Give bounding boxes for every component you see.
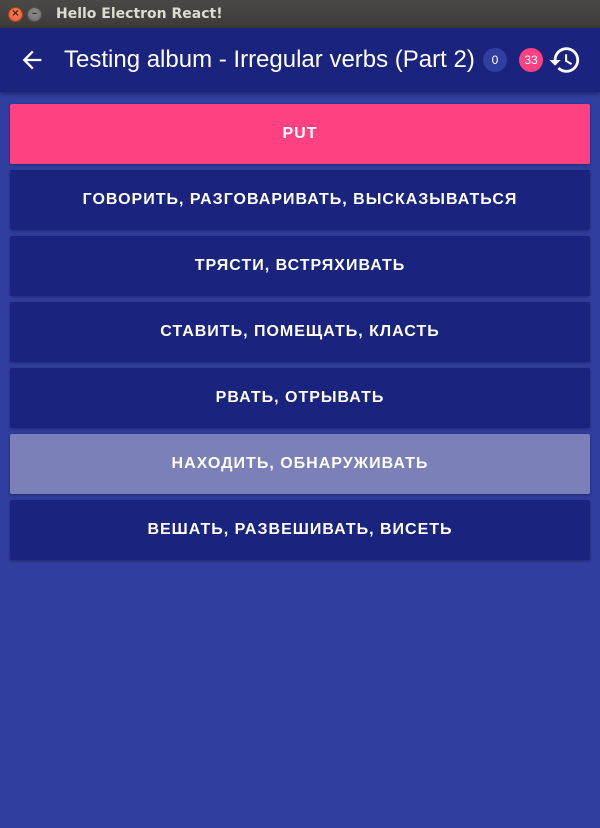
answer-list: PUT ГОВОРИТЬ, РАЗГОВАРИВАТЬ, ВЫСКАЗЫВАТЬ…	[10, 104, 590, 566]
window-close-icon[interactable]: ×	[8, 6, 23, 22]
history-button[interactable]	[548, 43, 582, 77]
window-title: Hello Electron React!	[56, 6, 223, 22]
answer-option-4[interactable]: РВАТЬ, ОТРЫВАТЬ	[10, 368, 590, 428]
answer-option-2[interactable]: ТРЯСТИ, ВСТРЯХИВАТЬ	[10, 236, 590, 296]
arrow-left-icon	[22, 50, 42, 70]
answer-option-6[interactable]: ВЕШАТЬ, РАЗВЕШИВАТЬ, ВИСЕТЬ	[10, 500, 590, 560]
total-count-badge: 33	[519, 48, 543, 72]
answer-option-3[interactable]: СТАВИТЬ, ПОМЕЩАТЬ, КЛАСТЬ	[10, 302, 590, 362]
answer-option-1[interactable]: ГОВОРИТЬ, РАЗГОВАРИВАТЬ, ВЫСКАЗЫВАТЬСЯ	[10, 170, 590, 230]
window-minimize-icon[interactable]: –	[27, 6, 42, 22]
page-title: Testing album - Irregular verbs (Part 2)	[64, 46, 475, 73]
correct-count-badge: 0	[483, 48, 507, 72]
window-titlebar: × – Hello Electron React!	[0, 0, 600, 28]
question-word: PUT	[10, 104, 590, 164]
answer-option-5[interactable]: НАХОДИТЬ, ОБНАРУЖИВАТЬ	[10, 434, 590, 494]
history-icon	[549, 47, 580, 73]
app-bar: Testing album - Irregular verbs (Part 2)…	[0, 28, 600, 92]
back-button[interactable]	[12, 40, 52, 80]
